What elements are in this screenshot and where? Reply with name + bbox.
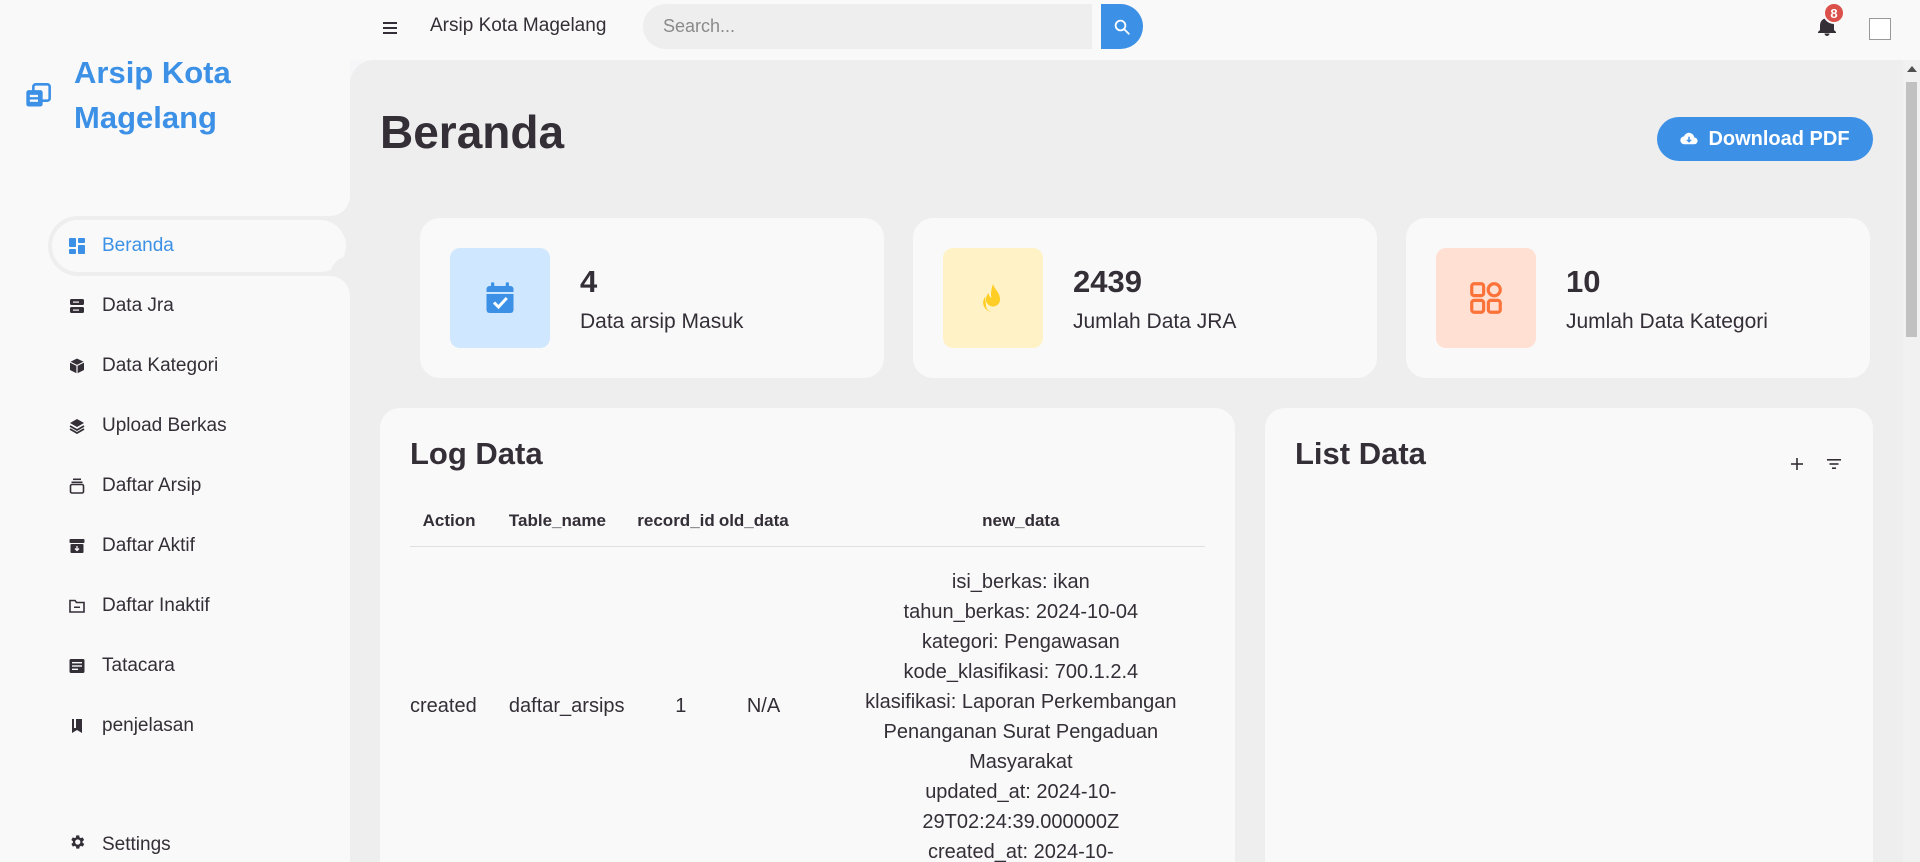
dashboard-icon	[68, 237, 86, 255]
avatar[interactable]	[1869, 18, 1891, 40]
sidebar-item-label: Data Jra	[102, 295, 174, 316]
scroll-thumb[interactable]	[1906, 82, 1917, 337]
fire-icon	[943, 248, 1043, 348]
sidebar-item-penjelasan[interactable]: penjelasan	[48, 696, 350, 756]
cell-record-id: 1	[675, 695, 687, 717]
package-icon	[68, 357, 86, 375]
server-icon	[68, 297, 86, 315]
stat-label: Jumlah Data JRA	[1073, 310, 1237, 333]
search-button[interactable]	[1101, 4, 1143, 49]
page-scrollbar[interactable]	[1903, 60, 1920, 862]
download-pdf-label: Download PDF	[1708, 127, 1850, 150]
sidebar-item-label: Beranda	[102, 235, 174, 256]
side-menu: Beranda Data Jra Data Kategori Upload Be…	[48, 216, 350, 756]
archive-icon	[68, 537, 86, 555]
sidebar-item-label: Daftar Inaktif	[102, 595, 210, 616]
log-data-panel: Log Data Action Table_name record_id old…	[380, 408, 1235, 862]
sidebar-item-data-jra[interactable]: Data Jra	[48, 276, 350, 336]
category-icon	[1436, 248, 1536, 348]
stat-value: 2439	[1073, 264, 1142, 299]
sidebar-item-data-kategori[interactable]: Data Kategori	[48, 336, 350, 396]
sidebar-item-upload-berkas[interactable]: Upload Berkas	[48, 396, 350, 456]
cell-action: created	[410, 695, 477, 717]
column-header-action: Action	[422, 496, 509, 547]
stat-value: 4	[580, 264, 598, 299]
page-title: Beranda	[380, 106, 565, 158]
sidebar-item-label: Daftar Arsip	[102, 475, 202, 496]
calendar-check-icon	[450, 248, 550, 348]
download-pdf-button[interactable]: Download PDF	[1657, 117, 1873, 161]
folder-icon	[68, 597, 86, 615]
sidebar-item-label: Data Kategori	[102, 355, 219, 376]
stack-icon	[68, 477, 86, 495]
copy-icon	[26, 83, 51, 107]
search-input[interactable]	[643, 4, 1092, 49]
cloud-download-icon	[1680, 132, 1699, 145]
main-content: Beranda Download PDF 4 Data arsip Masuk …	[350, 60, 1903, 862]
cell-new-data: isi_berkas: ikan tahun_berkas: 2024-10-0…	[865, 570, 1177, 862]
brand-name: Arsip Kota Magelang	[74, 55, 231, 135]
sidebar-item-label: Tatacara	[102, 655, 175, 676]
sidebar-item-beranda[interactable]: Beranda	[48, 216, 350, 276]
sidebar-item-label: Daftar Aktif	[102, 535, 195, 556]
scroll-up-arrow-icon[interactable]	[1907, 66, 1917, 72]
layers-icon	[68, 417, 86, 435]
list-data-title: List Data	[1295, 436, 1426, 471]
topbar: Arsip Kota Magelang 8	[350, 0, 1920, 60]
sidebar-item-daftar-inaktif[interactable]: Daftar Inaktif	[48, 576, 350, 636]
sidebar-item-settings[interactable]: Settings	[68, 833, 171, 856]
column-header-new-data: new_data	[836, 496, 1205, 547]
stat-box-arsip-masuk: 4 Data arsip Masuk	[420, 218, 884, 378]
settings-label: Settings	[102, 833, 171, 855]
sidebar-item-daftar-aktif[interactable]: Daftar Aktif	[48, 516, 350, 576]
stat-label: Jumlah Data Kategori	[1566, 310, 1768, 333]
sidebar-item-daftar-arsip[interactable]: Daftar Arsip	[48, 456, 350, 516]
message-icon	[68, 657, 86, 675]
gear-icon	[68, 833, 86, 856]
log-data-title: Log Data	[410, 436, 543, 471]
plus-icon[interactable]	[1789, 456, 1805, 472]
column-header-record-id: record_id	[637, 496, 719, 547]
top-title[interactable]: Arsip Kota Magelang	[430, 15, 606, 37]
cell-table-name: daftar_arsips	[508, 695, 625, 717]
sidebar-item-label: Upload Berkas	[102, 415, 227, 436]
brand[interactable]: Arsip Kota Magelang	[24, 50, 294, 140]
sidebar-item-label: penjelasan	[102, 715, 194, 736]
menu-toggle-icon[interactable]	[380, 18, 400, 38]
filter-icon[interactable]	[1825, 456, 1843, 472]
sidebar: Arsip Kota Magelang Beranda Data Jra Dat…	[0, 0, 350, 862]
stat-label: Data arsip Masuk	[580, 310, 744, 333]
book-icon	[68, 717, 86, 735]
stat-value: 10	[1566, 264, 1601, 299]
list-data-panel: List Data	[1265, 408, 1873, 862]
log-table: Action Table_name record_id old_data new…	[410, 496, 1205, 862]
table-header-row: Action Table_name record_id old_data new…	[410, 496, 1205, 547]
stat-box-jumlah-jra: 2439 Jumlah Data JRA	[913, 218, 1377, 378]
search-icon	[1114, 19, 1130, 35]
sidebar-item-tatacara[interactable]: Tatacara	[48, 636, 350, 696]
notification-badge: 8	[1823, 2, 1845, 24]
stat-box-jumlah-kategori: 10 Jumlah Data Kategori	[1406, 218, 1870, 378]
column-header-table-name: Table_name	[508, 496, 638, 547]
cell-old-data: N/A	[746, 695, 781, 717]
column-header-old-data: old_data	[718, 496, 837, 547]
table-row: created daftar_arsips 1 N/A isi_berkas: …	[410, 546, 1205, 862]
